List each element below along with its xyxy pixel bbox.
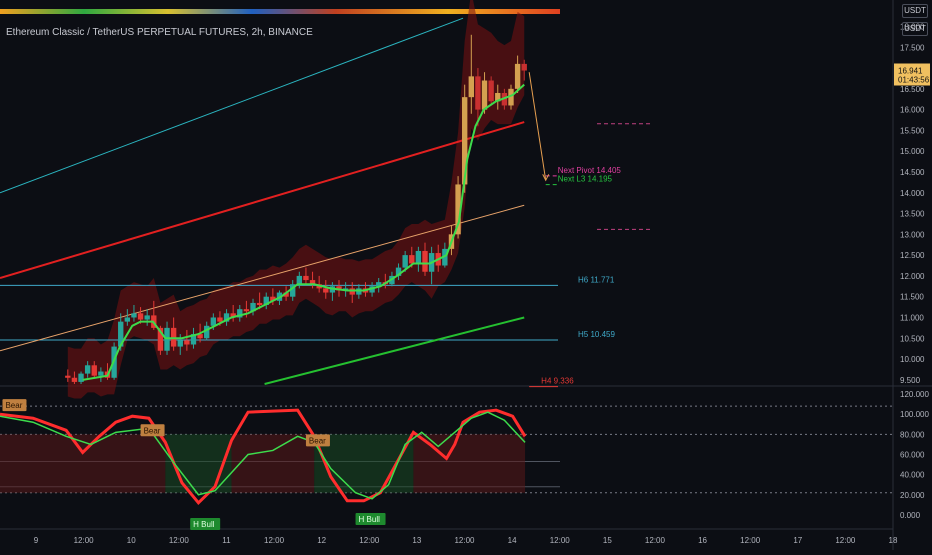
time-tick-label: 12:00: [645, 536, 666, 545]
pivot-level-label: H5 10.459: [578, 330, 615, 339]
price-tick-label: 11.500: [900, 293, 924, 302]
price-tick-label: 16.000: [900, 106, 925, 115]
pivot-level-label: H4 9.336: [541, 377, 574, 386]
candle-body: [137, 313, 144, 320]
osc-tick-label: 0.000: [900, 511, 921, 520]
candle-body: [177, 340, 183, 347]
symbol-title: Ethereum Classic / TetherUS PERPETUAL FU…: [6, 27, 313, 38]
candle-body: [184, 340, 190, 345]
signal-marker-label: H Bull: [359, 515, 381, 524]
volume-heat-strip: [0, 9, 560, 14]
time-tick-label: 11: [222, 536, 231, 545]
signal-marker-label: Bear: [144, 426, 161, 435]
pivot-level-label: Next Pivot 14.405: [558, 166, 622, 175]
candle-body: [349, 288, 355, 295]
price-tick-label: 10.000: [900, 355, 925, 364]
price-tick-label: 15.000: [900, 147, 925, 156]
currency-badge[interactable]: USDT: [902, 22, 928, 36]
price-tick-label: 9.500: [900, 376, 921, 385]
price-tick-label: 12.500: [900, 251, 925, 260]
osc-zone: [231, 434, 315, 493]
time-tick-label: 9: [34, 536, 39, 545]
candle-body: [91, 365, 97, 376]
time-tick-label: 12:00: [740, 536, 761, 545]
candle-body: [409, 255, 415, 264]
time-tick-label: 14: [508, 536, 517, 545]
time-tick-label: 16: [698, 536, 707, 545]
time-tick-label: 15: [603, 536, 612, 545]
candle-body: [521, 63, 527, 71]
time-tick-label: 12:00: [74, 536, 95, 545]
osc-tick-label: 60.000: [900, 450, 925, 459]
time-tick-label: 12:00: [264, 536, 285, 545]
signal-marker-label: H Bull: [193, 520, 215, 529]
candle-body: [71, 377, 78, 382]
osc-zone: [0, 434, 166, 493]
time-tick-label: 10: [127, 536, 136, 545]
osc-tick-label: 120.000: [900, 390, 929, 399]
bar-countdown: 01:43:56: [898, 75, 930, 84]
pivot-level-label: H6 11.771: [578, 275, 615, 284]
candle-body: [402, 255, 408, 268]
candle-body: [217, 317, 223, 322]
candle-body: [98, 371, 104, 376]
candle-body: [84, 365, 91, 374]
candle-body: [422, 250, 428, 272]
price-tick-label: 10.500: [900, 334, 925, 343]
time-tick-label: 12:00: [550, 536, 571, 545]
chart-stage[interactable]: H6 11.771 H5 10.459 H4 9.336 Next Pivot 14.…: [0, 0, 932, 550]
osc-tick-label: 40.000: [900, 471, 925, 480]
time-tick-label: 12:00: [359, 536, 380, 545]
price-tick-label: 14.500: [900, 168, 925, 177]
price-tick-label: 14.000: [900, 189, 925, 198]
candle-body: [475, 76, 481, 110]
currency-badge[interactable]: USDT: [902, 4, 928, 18]
time-tick-label: 17: [793, 536, 802, 545]
candle-body: [303, 275, 309, 281]
price-tick-label: 16.500: [900, 85, 925, 94]
time-tick-label: 12:00: [454, 536, 475, 545]
candle-body: [131, 313, 137, 318]
candle-body: [144, 315, 150, 320]
last-price-value: 16.941: [898, 66, 923, 75]
osc-tick-label: 80.000: [900, 430, 925, 439]
time-tick-label: 18: [889, 536, 898, 545]
candle-body: [256, 302, 263, 306]
signal-marker-label: Bear: [5, 401, 22, 410]
candle-body: [468, 76, 474, 98]
candle-body: [164, 327, 170, 351]
candle-body: [415, 250, 422, 264]
pivot-level-label: Next L3 14.195: [558, 175, 613, 184]
candle-body: [296, 275, 303, 285]
candle-body: [514, 63, 521, 89]
price-tick-label: 11.000: [900, 313, 924, 322]
osc-tick-label: 100.000: [900, 410, 929, 419]
candle-body: [323, 288, 329, 293]
candle-body: [481, 80, 488, 110]
candle-body: [65, 375, 71, 378]
candle-body: [204, 325, 210, 339]
candle-body: [488, 80, 494, 102]
price-tick-label: 17.500: [900, 43, 925, 52]
candle-body: [170, 327, 177, 347]
signal-marker-label: Bear: [309, 436, 326, 445]
time-tick-label: 12:00: [169, 536, 190, 545]
candle-body: [210, 317, 217, 326]
candle-body: [124, 317, 131, 322]
chart-canvas[interactable]: H6 11.771 H5 10.459 H4 9.336 Next Pivot 14.…: [0, 0, 932, 550]
osc-tick-label: 20.000: [900, 491, 925, 500]
price-tick-label: 15.500: [900, 126, 925, 135]
candle-body: [243, 309, 250, 312]
price-tick-label: 12.000: [900, 272, 925, 281]
candle-body: [356, 288, 362, 295]
time-tick-label: 13: [412, 536, 421, 545]
time-tick-label: 12:00: [835, 536, 856, 545]
price-tick-label: 13.500: [900, 210, 925, 219]
time-tick-label: 12: [317, 536, 326, 545]
price-tick-label: 13.000: [900, 230, 925, 239]
